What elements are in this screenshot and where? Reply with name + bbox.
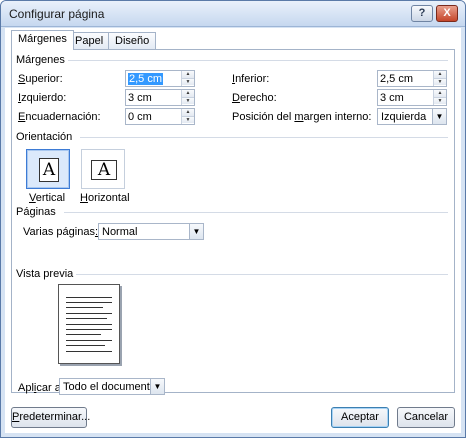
derecho-spin-arrows[interactable]: ▲ ▼: [433, 90, 446, 105]
derecho-label-text: erecho:: [239, 92, 277, 104]
encuadernacion-spinner[interactable]: 0 cm ▲ ▼: [125, 108, 195, 125]
vertical-orientation-button[interactable]: A: [26, 149, 70, 189]
varias-paginas-select[interactable]: Normal ▼: [98, 223, 204, 240]
aplicar-a-select[interactable]: Todo el documento ▼: [59, 378, 165, 395]
inferior-spinner[interactable]: 2,5 cm ▲ ▼: [377, 70, 447, 87]
preview-text-line: [66, 313, 112, 314]
margins-group-label: Márgenes: [16, 54, 65, 66]
aplicar-a-label: Aplicar a:: [18, 382, 64, 394]
vertical-label: Vertical: [29, 192, 65, 204]
superior-spin-arrows[interactable]: ▲ ▼: [181, 71, 194, 86]
pages-group-label: Páginas: [16, 206, 56, 218]
encuadernacion-value: 0 cm: [128, 111, 152, 123]
close-button[interactable]: X: [436, 5, 458, 22]
page-preview-thumbnail: [58, 284, 120, 364]
inferior-value: 2,5 cm: [380, 73, 414, 85]
down-arrow-icon[interactable]: ▼: [182, 116, 194, 123]
preview-text-line: [66, 307, 103, 308]
portrait-page-icon: A: [39, 158, 59, 182]
encuadernacion-spin-arrows[interactable]: ▲ ▼: [181, 109, 194, 124]
horizontal-orientation-button[interactable]: A: [81, 149, 125, 189]
up-arrow-icon[interactable]: ▲: [434, 90, 446, 97]
dropdown-arrow-icon[interactable]: ▼: [150, 379, 164, 394]
izquierdo-spinner[interactable]: 3 cm ▲ ▼: [125, 89, 195, 106]
vertical-label-text: ertical: [35, 192, 66, 204]
predeterminar-button[interactable]: Predeterminar...: [11, 407, 91, 428]
derecho-spinner[interactable]: 3 cm ▲ ▼: [377, 89, 447, 106]
superior-value: 2,5 cm: [128, 73, 164, 85]
up-arrow-icon[interactable]: ▲: [434, 71, 446, 78]
preview-text-line: [66, 329, 112, 330]
margins-separator: [68, 60, 448, 61]
inferior-label-text: nferior:: [235, 73, 270, 85]
landscape-page-icon: A: [91, 160, 117, 180]
horizontal-label-text: orizontal: [87, 192, 130, 204]
preview-group-label: Vista previa: [16, 268, 74, 280]
preview-separator: [76, 274, 448, 275]
cancelar-button[interactable]: Cancelar: [397, 407, 455, 428]
tab-papel[interactable]: Papel: [68, 32, 111, 49]
up-arrow-icon[interactable]: ▲: [182, 90, 194, 97]
aplicar-a-label-prefix: Apl: [18, 382, 34, 394]
page-setup-dialog: Configurar página ? X Márgenes Papel Dis…: [0, 0, 466, 438]
predeterminar-label: redeterminar...: [19, 411, 91, 423]
pages-separator: [64, 212, 448, 213]
varias-paginas-label-text: Varias páginas: [23, 226, 95, 238]
encuadernacion-label: Encuadernación:: [18, 111, 101, 123]
orientation-separator: [80, 137, 448, 138]
dropdown-arrow-icon[interactable]: ▼: [432, 109, 446, 124]
down-arrow-icon[interactable]: ▼: [434, 97, 446, 104]
posicion-margen-label-prefix: Posición del: [232, 111, 295, 123]
preview-text-line: [66, 340, 112, 341]
derecho-label-access-key: D: [232, 92, 240, 104]
varias-paginas-label: Varias páginas:: [23, 226, 98, 238]
preview-text-line: [66, 334, 101, 335]
help-button[interactable]: ?: [411, 5, 433, 22]
margins-tab-panel: Márgenes Superior: 2,5 cm ▲ ▼ Inferior: …: [11, 49, 455, 395]
horizontal-label: Horizontal: [80, 192, 130, 204]
inferior-spin-arrows[interactable]: ▲ ▼: [433, 71, 446, 86]
inferior-label: Inferior:: [232, 73, 269, 85]
up-arrow-icon[interactable]: ▲: [182, 109, 194, 116]
up-arrow-icon[interactable]: ▲: [182, 71, 194, 78]
preview-text-line: [66, 302, 112, 303]
preview-text-line: [66, 324, 112, 325]
tab-margenes[interactable]: Márgenes: [11, 30, 74, 50]
superior-label: Superior:: [18, 73, 63, 85]
izquierdo-label-text: zquierdo:: [21, 92, 67, 104]
dialog-client-area: Márgenes Papel Diseño Márgenes Superior:…: [5, 28, 461, 433]
vertical-label-access-key: V: [29, 192, 36, 204]
preview-text-line: [66, 345, 105, 346]
window-title: Configurar página: [9, 7, 105, 21]
dropdown-arrow-icon[interactable]: ▼: [189, 224, 203, 239]
posicion-margen-label: Posición del margen interno:: [232, 111, 371, 123]
superior-label-text: uperior:: [25, 73, 63, 85]
aceptar-button[interactable]: Aceptar: [331, 407, 389, 428]
horizontal-label-access-key: H: [80, 192, 88, 204]
derecho-value: 3 cm: [380, 92, 404, 104]
orientation-group-label: Orientación: [16, 131, 73, 143]
posicion-margen-label-text: argen interno:: [303, 111, 372, 123]
down-arrow-icon[interactable]: ▼: [182, 97, 194, 104]
posicion-margen-label-access-key: m: [294, 111, 304, 123]
izquierdo-label: Izquierdo:: [18, 92, 66, 104]
izquierdo-spin-arrows[interactable]: ▲ ▼: [181, 90, 194, 105]
down-arrow-icon[interactable]: ▼: [434, 78, 446, 85]
preview-text-line: [66, 351, 112, 352]
down-arrow-icon[interactable]: ▼: [182, 78, 194, 85]
varias-paginas-value: Normal: [102, 226, 138, 238]
derecho-label: Derecho:: [232, 92, 277, 104]
superior-spinner[interactable]: 2,5 cm ▲ ▼: [125, 70, 195, 87]
aplicar-a-value: Todo el documento: [63, 381, 156, 393]
preview-text-line: [66, 297, 112, 298]
posicion-margen-select[interactable]: Izquierda ▼: [377, 108, 447, 125]
tab-diseno[interactable]: Diseño: [108, 32, 157, 49]
preview-text-line: [66, 318, 107, 319]
encuadernacion-label-text: ncuadernación:: [25, 111, 101, 123]
izquierdo-value: 3 cm: [128, 92, 152, 104]
title-bar: Configurar página ? X: [1, 1, 465, 27]
posicion-margen-value: Izquierda: [381, 111, 427, 123]
